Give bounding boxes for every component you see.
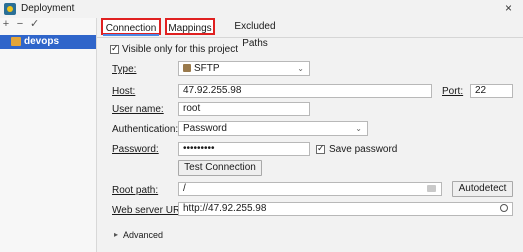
tab-mappings[interactable]: Mappings [165, 18, 215, 35]
tab-connection[interactable]: Connection [101, 18, 161, 36]
port-label: Port: [442, 86, 464, 97]
server-toolbar: + − ✓ [2, 18, 39, 31]
folder-browse-icon[interactable] [427, 185, 436, 192]
username-input[interactable]: root [178, 102, 310, 116]
web-url-value: http://47.92.255.98 [183, 203, 267, 214]
web-url-input[interactable]: http://47.92.255.98 [178, 202, 513, 216]
close-icon[interactable]: × [505, 1, 512, 15]
type-select[interactable]: SFTP ⌄ [178, 61, 310, 76]
remove-icon[interactable]: − [16, 18, 24, 31]
apply-icon[interactable]: ✓ [30, 18, 39, 31]
chevron-right-icon[interactable]: ▸ [114, 230, 118, 239]
auth-value: Password [183, 123, 227, 134]
password-input[interactable]: ••••••••• [178, 142, 310, 156]
autodetect-button[interactable]: Autodetect [452, 181, 513, 197]
test-connection-button[interactable]: Test Connection [178, 160, 262, 176]
host-label: Host: [112, 86, 136, 97]
server-list-panel: + − ✓ devops [0, 18, 97, 252]
auth-select[interactable]: Password ⌄ [178, 121, 368, 136]
root-path-value: / [183, 183, 186, 194]
chevron-down-icon: ⌄ [297, 64, 304, 73]
advanced-toggle[interactable]: Advanced [123, 230, 163, 240]
server-folder-icon [11, 37, 21, 46]
type-value: SFTP [194, 63, 220, 74]
window-title: Deployment [21, 3, 75, 14]
type-label: Type: [112, 64, 137, 75]
username-label: User name: [112, 104, 164, 115]
auth-label: Authentication: [112, 124, 179, 135]
server-item-devops[interactable]: devops [0, 35, 96, 49]
visible-only-label: Visible only for this project [122, 44, 238, 55]
server-item-label: devops [24, 36, 60, 47]
visible-only-checkbox[interactable] [110, 43, 119, 54]
tab-divider [97, 37, 523, 38]
tab-excluded-paths[interactable]: Excluded Paths [222, 18, 288, 49]
save-password-checkbox[interactable] [316, 143, 325, 154]
add-icon[interactable]: + [2, 18, 10, 31]
password-label: Password: [112, 144, 159, 155]
root-path-label: Root path: [112, 185, 159, 196]
host-input[interactable]: 47.92.255.98 [178, 84, 432, 98]
root-path-input[interactable]: / [178, 182, 442, 196]
port-input[interactable]: 22 [470, 84, 513, 98]
sftp-icon [183, 64, 191, 72]
save-password-label: Save password [329, 144, 398, 155]
title-bar: Deployment × [0, 0, 523, 18]
deployment-app-icon [4, 3, 16, 15]
globe-icon[interactable] [500, 204, 508, 212]
chevron-down-icon: ⌄ [355, 124, 362, 133]
